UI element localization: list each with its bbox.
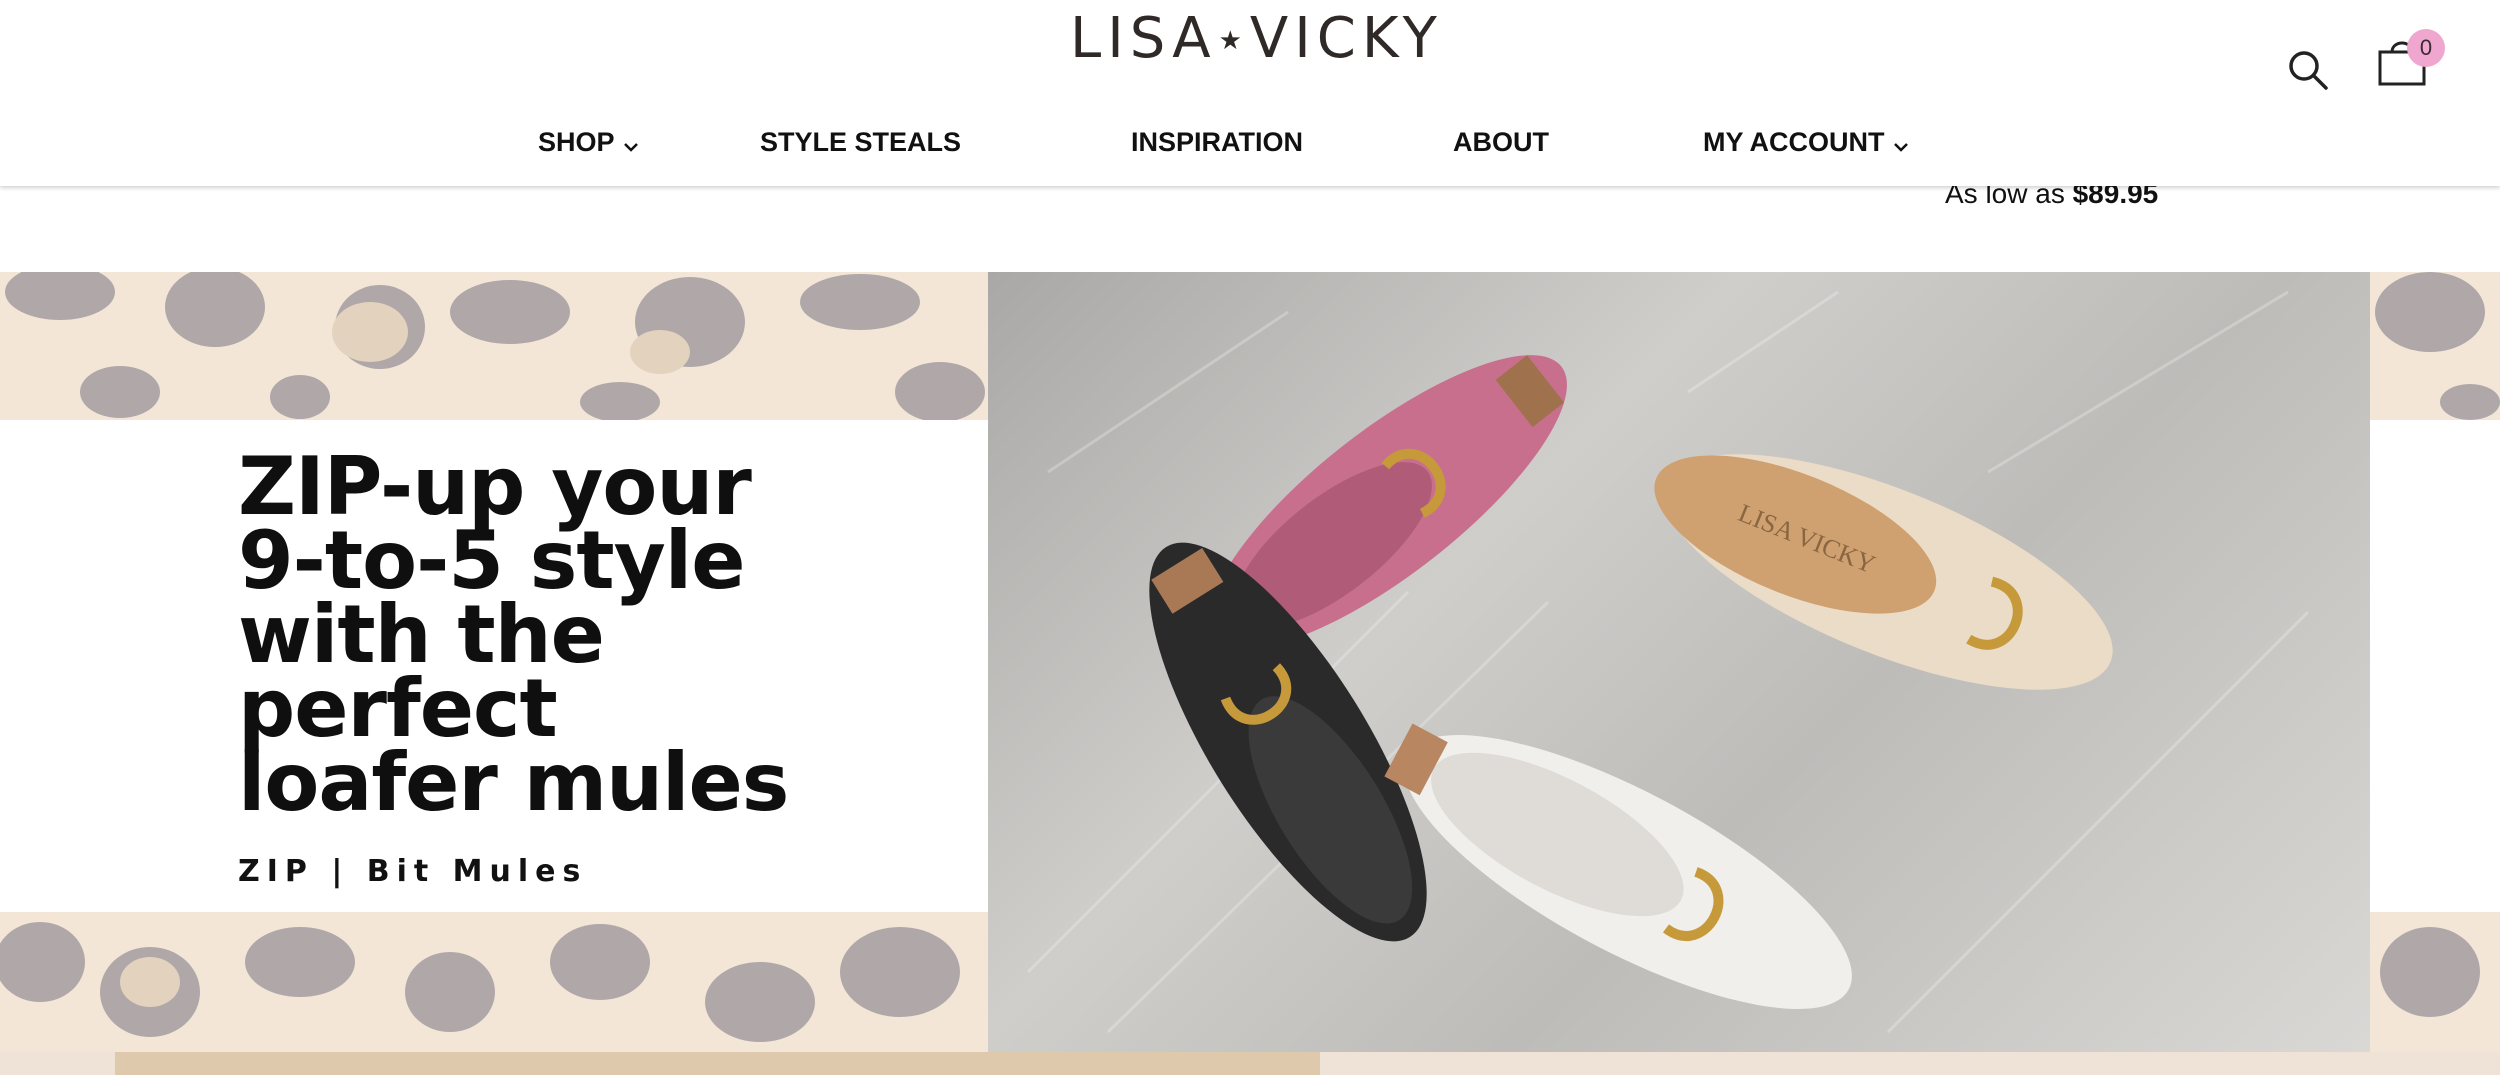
nav-item-label: ABOUT — [1453, 127, 1549, 157]
chevron-down-icon — [623, 122, 639, 166]
nav-item-my-account[interactable]: MY ACCOUNT — [1703, 120, 1909, 164]
nav-item-label: INSPIRATION — [1131, 127, 1304, 157]
logo-text-left: LISA — [1070, 6, 1217, 71]
search-icon — [2289, 51, 2328, 90]
main-nav: SHOP STYLE STEALS INSPIRATION ABOUT MY A… — [0, 120, 2500, 164]
nav-item-inspiration[interactable]: INSPIRATION — [1131, 120, 1303, 164]
headline-line: ZIP-up your — [238, 440, 752, 533]
headline-line: with the — [238, 588, 605, 681]
site-header: LISA★VICKY 0 SHOP STYLE STEALS INSPIRATI… — [0, 0, 2500, 186]
next-section-image — [115, 1052, 1320, 1075]
logo-text-right: VICKY — [1249, 6, 1443, 71]
nav-item-style-steals[interactable]: STYLE STEALS — [760, 120, 961, 164]
logo-star: ★ — [1218, 26, 1248, 56]
headline-line: 9-to-5 style — [238, 514, 745, 607]
hero-subline: ZIP | Bit Mules — [238, 854, 588, 889]
headline-line: loafer mules — [238, 736, 789, 829]
nav-item-about[interactable]: ABOUT — [1453, 120, 1549, 164]
hero-banner[interactable]: ZIP-up your 9-to-5 style with the perfec… — [0, 272, 2500, 1052]
chevron-down-icon — [1893, 122, 1909, 166]
banner-edge-panel — [2370, 420, 2500, 912]
nav-item-label: STYLE STEALS — [760, 127, 962, 157]
next-section-preview — [0, 1052, 2500, 1075]
hero-headline: ZIP-up your 9-to-5 style with the perfec… — [238, 440, 938, 829]
headline-line: perfect — [238, 662, 558, 755]
search-button[interactable] — [2286, 48, 2330, 92]
product-photo[interactable]: LISA VICKY — [988, 272, 2370, 1052]
nav-item-label: SHOP — [538, 127, 615, 157]
brand-logo[interactable]: LISA★VICKY — [1070, 4, 1437, 74]
nav-item-shop[interactable]: SHOP — [538, 120, 639, 164]
nav-item-label: MY ACCOUNT — [1703, 127, 1885, 157]
loafer-mules-image: LISA VICKY — [1026, 290, 2310, 1034]
cart-count-badge[interactable]: 0 — [2407, 29, 2445, 67]
